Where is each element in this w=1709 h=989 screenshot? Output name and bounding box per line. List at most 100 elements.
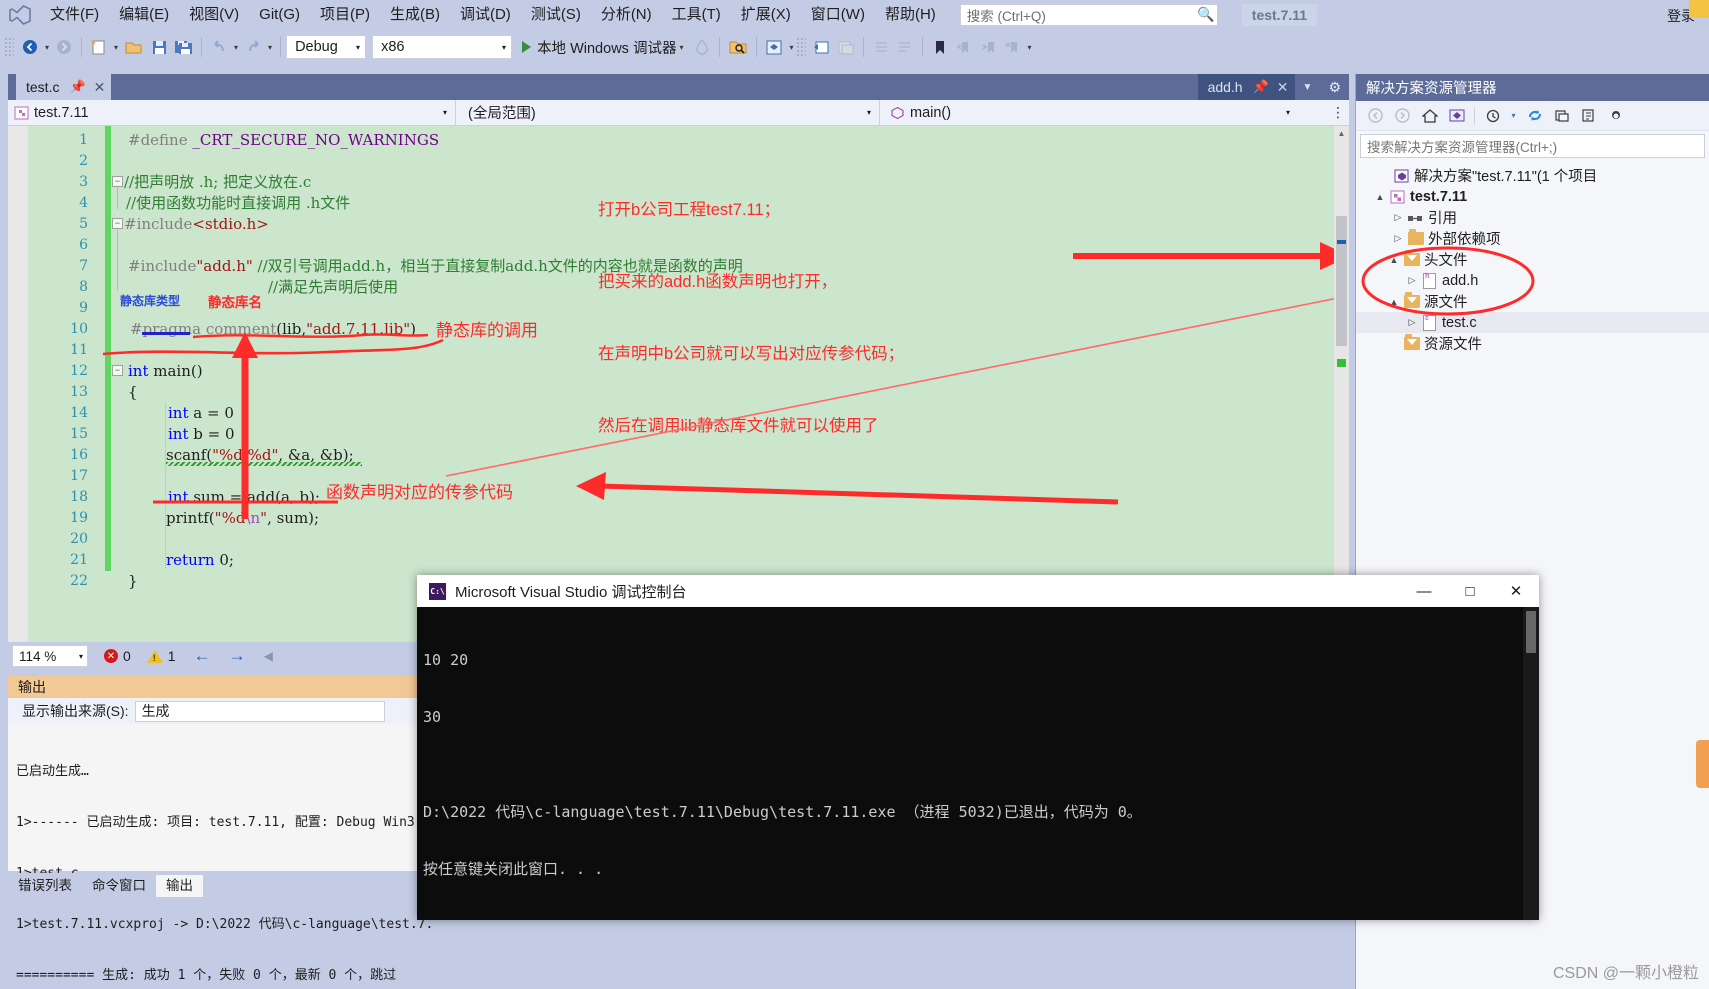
show-all-files-icon[interactable] bbox=[1577, 104, 1600, 127]
error-count[interactable]: ✕ 0 bbox=[104, 648, 131, 664]
comment-icon[interactable] bbox=[893, 34, 917, 60]
chevron-down-icon[interactable]: ▾ bbox=[676, 43, 686, 52]
refresh-icon[interactable] bbox=[1523, 104, 1546, 127]
start-debugging-button[interactable]: 本地 Windows 调试器 ▾ bbox=[518, 34, 690, 60]
solution-configuration-select[interactable]: Debug ▾ bbox=[286, 35, 366, 59]
notification-side-tab[interactable] bbox=[1696, 740, 1709, 788]
tree-row-resource-files[interactable]: 资源文件 bbox=[1356, 333, 1709, 354]
save-icon[interactable] bbox=[147, 34, 171, 60]
clear-bookmarks-icon[interactable] bbox=[1000, 34, 1024, 60]
navbar-project-select[interactable]: test.7.11 ▾ bbox=[8, 100, 456, 126]
undo-dropdown-icon[interactable]: ▾ bbox=[231, 43, 241, 52]
split-view-icon[interactable]: ⋮ bbox=[1331, 104, 1345, 121]
minimize-icon[interactable]: — bbox=[1401, 575, 1447, 607]
code-editor[interactable]: 1 2 3 4 5 6 7 8 9 10 11 12 13 14 15 16 1… bbox=[8, 126, 1349, 642]
scroll-up-icon[interactable]: ▲ bbox=[1334, 126, 1349, 141]
indent-icon[interactable] bbox=[869, 34, 893, 60]
tab-list-chevron-down-icon[interactable]: ▼ bbox=[1295, 82, 1321, 93]
editor-vertical-scrollbar[interactable]: ▲ bbox=[1334, 126, 1349, 642]
expander-icon[interactable]: ▲ bbox=[1372, 192, 1388, 202]
navbar-member-select[interactable]: main() ▾ bbox=[880, 100, 1320, 126]
tree-row-project[interactable]: ▲ test.7.11 bbox=[1356, 186, 1709, 207]
menu-item-file[interactable]: 文件(F) bbox=[40, 0, 109, 29]
window-controls[interactable] bbox=[1689, 0, 1709, 18]
next-bookmark-icon[interactable] bbox=[976, 34, 1000, 60]
properties-icon[interactable] bbox=[1604, 104, 1627, 127]
expander-icon[interactable]: ▷ bbox=[1404, 317, 1420, 328]
previous-issue-icon[interactable]: ← bbox=[194, 646, 211, 666]
close-icon[interactable]: ✕ bbox=[1277, 79, 1289, 96]
menu-item-edit[interactable]: 编辑(E) bbox=[109, 0, 179, 29]
expander-icon[interactable]: ▷ bbox=[1390, 212, 1406, 223]
open-file-icon[interactable] bbox=[121, 34, 147, 60]
menu-item-git[interactable]: Git(G) bbox=[249, 0, 310, 29]
chevron-down-icon[interactable]: ▾ bbox=[443, 108, 447, 117]
previous-bookmark-icon[interactable] bbox=[952, 34, 976, 60]
next-issue-icon[interactable]: → bbox=[229, 646, 246, 666]
expander-icon[interactable]: ▷ bbox=[1390, 233, 1406, 244]
output-source-select[interactable]: 生成 bbox=[135, 701, 385, 722]
new-project-dropdown-icon[interactable]: ▾ bbox=[111, 43, 121, 52]
save-all-icon[interactable] bbox=[171, 34, 196, 60]
menu-item-project[interactable]: 项目(P) bbox=[310, 0, 380, 29]
tab-test-c[interactable]: test.c 📌 ✕ bbox=[16, 74, 111, 100]
chevron-down-icon[interactable]: ▾ bbox=[1508, 104, 1519, 127]
tree-row-solution[interactable]: 解决方案"test.7.11"(1 个项目 bbox=[1356, 165, 1709, 186]
switch-views-icon[interactable] bbox=[1445, 104, 1468, 127]
back-icon[interactable] bbox=[1364, 104, 1387, 127]
tab-error-list[interactable]: 错误列表 bbox=[8, 875, 82, 897]
console-scrollbar[interactable] bbox=[1523, 607, 1539, 920]
solution-explorer-search-input[interactable]: 搜索解决方案资源管理器(Ctrl+;) bbox=[1360, 134, 1705, 158]
find-in-files-icon[interactable] bbox=[725, 34, 751, 60]
menu-item-debug[interactable]: 调试(D) bbox=[450, 0, 521, 29]
forward-icon[interactable] bbox=[1391, 104, 1414, 127]
quick-search-input[interactable]: 搜索 (Ctrl+Q) 🔍 bbox=[960, 4, 1218, 26]
toolbar-overflow-icon[interactable]: ▾ bbox=[1024, 43, 1034, 52]
debug-console-window[interactable]: C:\ Microsoft Visual Studio 调试控制台 — □ ✕ … bbox=[417, 575, 1539, 920]
menu-item-extensions[interactable]: 扩展(X) bbox=[731, 0, 801, 29]
close-icon[interactable]: ✕ bbox=[1493, 575, 1539, 607]
navbar-scope-select[interactable]: (全局范围) ▾ bbox=[456, 100, 880, 126]
pin-icon[interactable]: 📌 bbox=[69, 79, 85, 95]
maximize-icon[interactable]: □ bbox=[1447, 575, 1493, 607]
pending-changes-icon[interactable] bbox=[1481, 104, 1504, 127]
chevron-down-icon[interactable]: ▾ bbox=[867, 108, 871, 117]
navigate-forward-icon[interactable] bbox=[52, 34, 76, 60]
new-project-icon[interactable] bbox=[87, 34, 111, 60]
tree-row-references[interactable]: ▷ 引用 bbox=[1356, 207, 1709, 228]
toolbox-icon[interactable] bbox=[834, 34, 858, 60]
fold-toggle-icon[interactable]: − bbox=[112, 218, 123, 229]
menu-item-view[interactable]: 视图(V) bbox=[179, 0, 249, 29]
navigate-back-dropdown-icon[interactable]: ▾ bbox=[42, 43, 52, 52]
pin-icon[interactable]: 📌 bbox=[1253, 79, 1269, 95]
bookmark-icon[interactable] bbox=[928, 34, 952, 60]
navigate-back-icon[interactable] bbox=[18, 34, 42, 60]
home-icon[interactable] bbox=[1418, 104, 1441, 127]
scroll-left-icon[interactable]: ◀ bbox=[264, 649, 273, 663]
menu-item-test[interactable]: 测试(S) bbox=[521, 0, 591, 29]
warning-count[interactable]: 1 bbox=[147, 648, 176, 664]
chevron-down-icon[interactable]: ▾ bbox=[1286, 108, 1290, 117]
redo-icon[interactable] bbox=[241, 34, 265, 60]
solution-platform-select[interactable]: x86 ▾ bbox=[372, 35, 512, 59]
solution-explorer-icon[interactable] bbox=[762, 34, 786, 60]
tab-add-h[interactable]: add.h 📌 ✕ bbox=[1198, 74, 1295, 100]
close-icon[interactable]: ✕ bbox=[94, 79, 106, 96]
menu-item-window[interactable]: 窗口(W) bbox=[801, 0, 875, 29]
undo-icon[interactable] bbox=[207, 34, 231, 60]
fold-toggle-icon[interactable]: − bbox=[112, 176, 123, 187]
redo-dropdown-icon[interactable]: ▾ bbox=[265, 43, 275, 52]
hot-reload-icon[interactable] bbox=[690, 34, 714, 60]
menu-item-build[interactable]: 生成(B) bbox=[380, 0, 450, 29]
collapse-all-icon[interactable] bbox=[1550, 104, 1573, 127]
toolbar-grip[interactable] bbox=[4, 37, 14, 57]
scrollbar-thumb[interactable] bbox=[1526, 611, 1536, 653]
gear-icon[interactable]: ⚙ bbox=[1320, 79, 1349, 96]
solution-explorer-dropdown-icon[interactable]: ▾ bbox=[786, 43, 796, 52]
fold-toggle-icon[interactable]: − bbox=[112, 365, 123, 376]
menu-item-help[interactable]: 帮助(H) bbox=[875, 0, 946, 29]
scrollbar-thumb[interactable] bbox=[1336, 216, 1347, 346]
toolbar-grip-2[interactable] bbox=[796, 37, 806, 57]
menu-item-tools[interactable]: 工具(T) bbox=[662, 0, 731, 29]
tab-command-window[interactable]: 命令窗口 bbox=[82, 875, 156, 897]
